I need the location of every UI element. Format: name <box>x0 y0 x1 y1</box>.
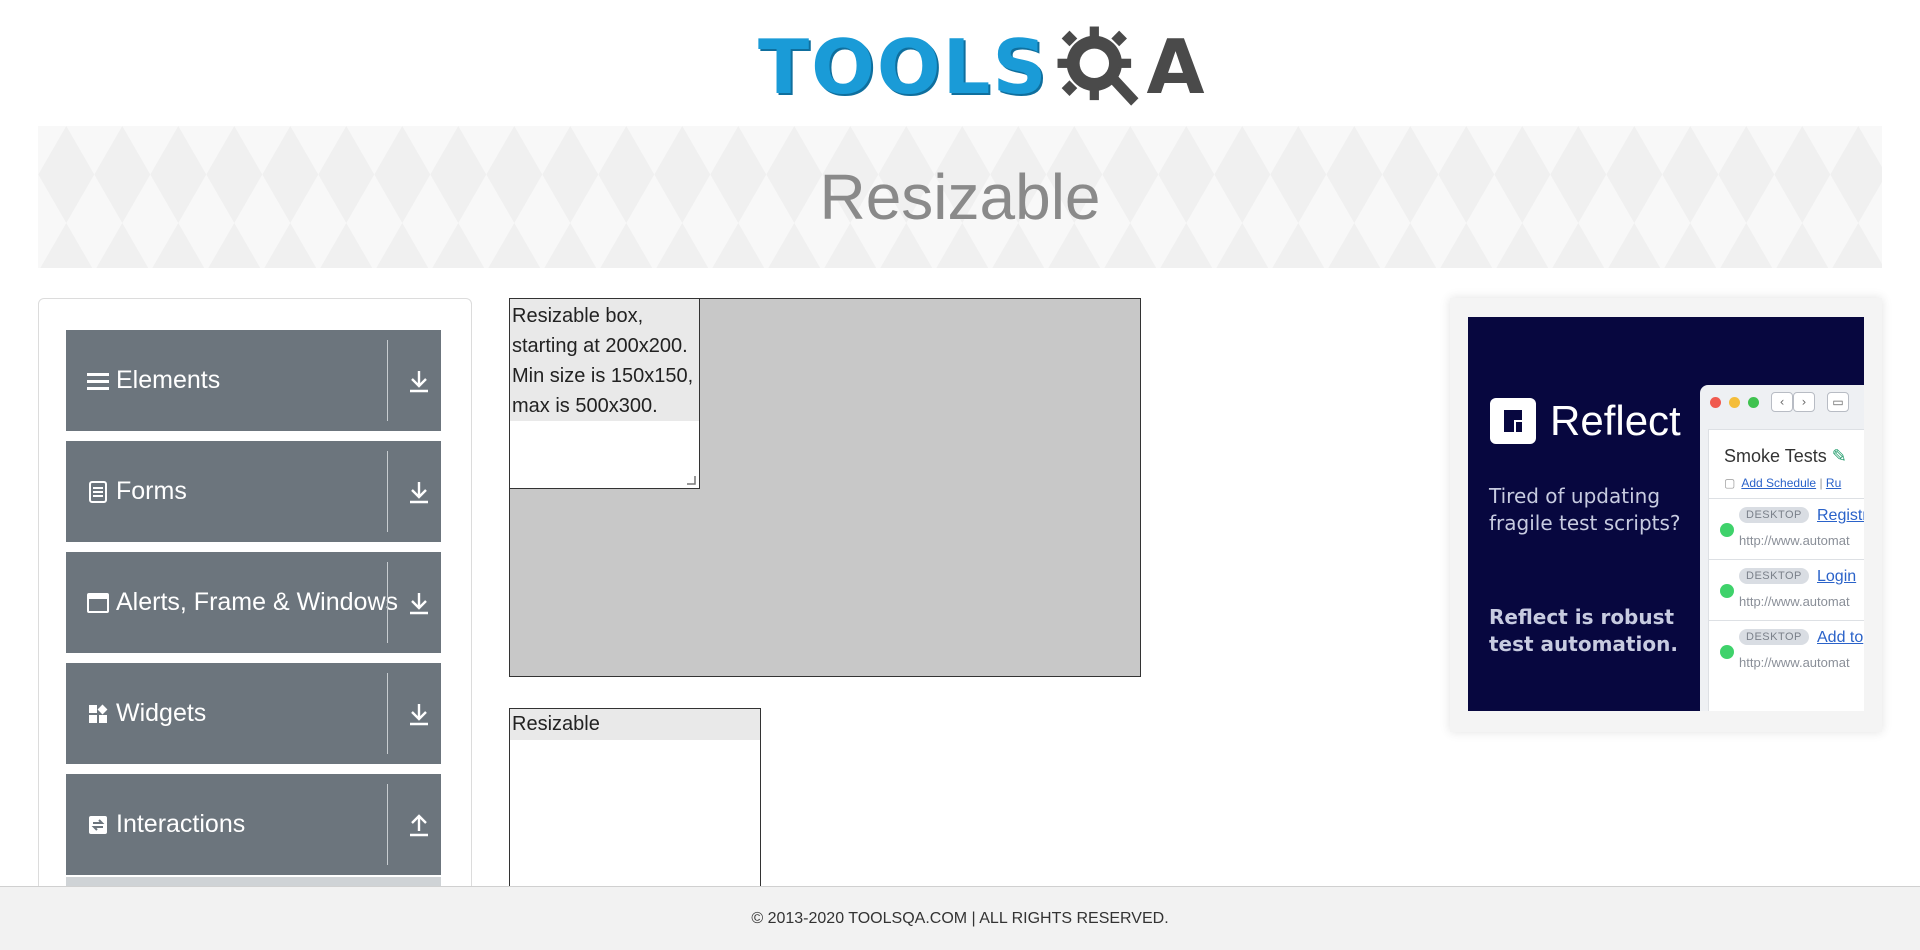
link-separator: | <box>1819 476 1823 490</box>
sidebar-group-label: Alerts, Frame & Windows <box>116 588 399 616</box>
logo-text-a: A <box>1146 22 1205 111</box>
status-dot-icon <box>1720 584 1734 598</box>
upload-arrow-icon[interactable] <box>406 812 432 838</box>
ad-test-panel: Smoke Tests ✎ ▢ Add Schedule | Ru DESKTO… <box>1708 429 1864 711</box>
page-footer: © 2013-2020 TOOLSQA.COM | ALL RIGHTS RES… <box>0 886 1920 950</box>
resizable-box-free[interactable]: Resizable <box>509 708 761 898</box>
platform-badge: DESKTOP <box>1739 629 1809 645</box>
reflect-logo-icon <box>1490 398 1536 444</box>
platform-badge: DESKTOP <box>1739 568 1809 584</box>
reflect-ad[interactable]: Reflect Tired of updating fragile test s… <box>1468 317 1864 711</box>
pencil-icon: ✎ <box>1831 446 1847 466</box>
calendar-icon: ▢ <box>1724 476 1736 490</box>
widgets-icon <box>86 702 110 726</box>
document-icon <box>86 480 110 504</box>
test-url: http://www.automat <box>1739 594 1850 609</box>
ad-tagline: Tired of updating fragile test scripts? <box>1489 484 1681 535</box>
sidebar-group-elements[interactable]: Elements <box>66 330 441 431</box>
test-row: DESKTOP Add to http://www.automat <box>1709 620 1864 680</box>
sidebar-group-label: Forms <box>116 477 187 505</box>
toolsqa-logo[interactable]: TOOLS A <box>758 18 1205 116</box>
ad-brand: Reflect <box>1490 397 1681 445</box>
panel-links: ▢ Add Schedule | Ru <box>1724 476 1841 490</box>
ad-container[interactable]: Reflect Tired of updating fragile test s… <box>1450 298 1882 732</box>
left-sidebar: Elements Forms Alerts, Frame & Windows W… <box>38 298 472 950</box>
sidebar-group-forms[interactable]: Forms <box>66 441 441 542</box>
test-name: Login <box>1817 568 1857 585</box>
gear-magnifier-icon <box>1058 26 1139 106</box>
divider <box>387 451 388 532</box>
download-arrow-icon[interactable] <box>406 368 432 394</box>
add-schedule-link: Add Schedule <box>1741 476 1817 490</box>
divider <box>387 784 388 865</box>
logo-text-tools: TOOLS <box>758 22 1049 111</box>
sidebar-group-widgets[interactable]: Widgets <box>66 663 441 764</box>
back-icon: ‹ <box>1771 392 1793 412</box>
sidebar-group-interactions[interactable]: Interactions <box>66 774 441 875</box>
panel-title: Smoke Tests ✎ <box>1724 446 1847 467</box>
panel-title-text: Smoke Tests <box>1724 446 1827 466</box>
test-name: Add to <box>1817 629 1864 646</box>
sidebar-group-alerts-frame-windows[interactable]: Alerts, Frame & Windows <box>66 552 441 653</box>
close-dot-icon <box>1710 396 1721 408</box>
divider <box>387 562 388 643</box>
test-name: Registr <box>1817 507 1864 524</box>
sidebar-group-label: Widgets <box>116 699 207 727</box>
sidebar-group-label: Elements <box>116 366 221 394</box>
interactions-icon <box>86 813 110 837</box>
restricted-box-text: Resizable box, starting at 200x200. Min … <box>510 299 699 421</box>
page-banner: Resizable <box>38 126 1882 268</box>
resizable-box-restricted[interactable]: Resizable box, starting at 200x200. Min … <box>509 298 700 489</box>
download-arrow-icon[interactable] <box>406 479 432 505</box>
test-url: http://www.automat <box>1739 533 1850 548</box>
test-url: http://www.automat <box>1739 655 1850 670</box>
test-row: DESKTOP Login http://www.automat <box>1709 559 1864 619</box>
sidebar-toggle-icon: ▭ <box>1827 392 1849 412</box>
maximize-dot-icon <box>1748 396 1759 408</box>
download-arrow-icon[interactable] <box>406 590 432 616</box>
free-box-text: Resizable <box>510 709 760 740</box>
minimize-dot-icon <box>1729 396 1740 408</box>
browser-titlebar: ‹ › ▭ <box>1700 385 1864 419</box>
resize-handle-icon[interactable] <box>686 475 696 485</box>
divider <box>387 340 388 421</box>
test-row: DESKTOP Registr http://www.automat <box>1709 498 1864 558</box>
sidebar-group-label: Interactions <box>116 810 246 838</box>
platform-badge: DESKTOP <box>1739 507 1809 523</box>
run-link: Ru <box>1825 476 1842 490</box>
divider <box>387 673 388 754</box>
ad-pitch: Reflect is robust test automation. <box>1489 605 1678 656</box>
status-dot-icon <box>1720 645 1734 659</box>
status-dot-icon <box>1720 523 1734 537</box>
page-title: Resizable <box>819 161 1101 233</box>
forward-icon: › <box>1793 392 1815 412</box>
download-arrow-icon[interactable] <box>406 701 432 727</box>
window-icon <box>86 591 110 615</box>
ad-brand-name: Reflect <box>1550 397 1681 444</box>
ad-browser-mockup: ‹ › ▭ Smoke Tests ✎ ▢ Add Schedule | Ru … <box>1700 385 1864 711</box>
footer-copyright: © 2013-2020 TOOLSQA.COM | ALL RIGHTS RES… <box>751 909 1169 927</box>
menu-icon <box>86 369 110 393</box>
